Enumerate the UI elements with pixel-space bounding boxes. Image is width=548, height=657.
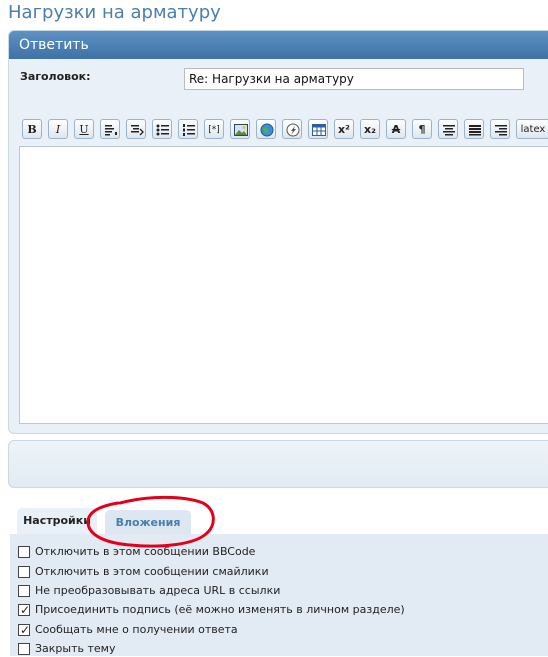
globe-icon: [260, 123, 274, 137]
strike-button[interactable]: A: [386, 119, 406, 139]
option-label: Не преобразовывать адреса URL в ссылки: [35, 584, 281, 597]
checkbox[interactable]: [18, 546, 30, 558]
ordered-list-button[interactable]: [178, 119, 198, 139]
table-icon: [312, 124, 326, 136]
message-editor[interactable]: [19, 146, 548, 424]
option-label: Закрыть тему: [35, 642, 116, 655]
strike-label: A: [391, 123, 401, 136]
link-button[interactable]: [256, 119, 276, 139]
underline-button[interactable]: U: [74, 119, 94, 139]
bold-button[interactable]: B: [22, 119, 42, 139]
latex-label: latex: [520, 124, 546, 135]
numbered-list-icon: [183, 124, 195, 136]
align-center-icon: [443, 125, 455, 136]
list-item-label: [*]: [208, 125, 220, 135]
check-icon: ✓: [20, 623, 31, 637]
code-icon: [131, 125, 144, 136]
quote-button[interactable]: [100, 119, 120, 139]
subscript-label: x₂: [364, 123, 376, 136]
reply-panel: Ответить Заголовок: Re: Нагрузки на арма…: [8, 30, 548, 434]
subject-input[interactable]: Re: Нагрузки на арматуру: [184, 68, 524, 90]
image-button[interactable]: [230, 119, 250, 139]
bold-label: B: [27, 123, 37, 136]
bullet-list-icon: [156, 124, 169, 136]
checkbox[interactable]: [18, 566, 30, 578]
option-label: Сообщать мне о получении ответа: [35, 623, 238, 636]
paragraph-button[interactable]: ¶: [412, 119, 432, 139]
italic-label: I: [55, 123, 61, 136]
option-label: Отключить в этом сообщении BBCode: [35, 545, 256, 558]
subscript-button[interactable]: x₂: [360, 119, 380, 139]
justify-icon: [469, 125, 481, 136]
checkbox-checked[interactable]: ✓: [18, 623, 31, 637]
list-item-button[interactable]: [*]: [204, 119, 224, 139]
flash-button[interactable]: [282, 119, 302, 139]
tab-settings[interactable]: Настройки: [17, 508, 97, 534]
options-panel: Отключить в этом сообщении BBCode Отключ…: [10, 534, 548, 656]
checkbox[interactable]: [18, 585, 30, 597]
tab-attachments[interactable]: Вложения: [105, 510, 191, 534]
align-center-button[interactable]: [438, 119, 458, 139]
align-right-button[interactable]: [490, 119, 510, 139]
option-label: Присоединить подпись (её можно изменять …: [35, 603, 405, 616]
underline-label: U: [79, 123, 89, 136]
italic-button[interactable]: I: [48, 119, 68, 139]
superscript-button[interactable]: x²: [334, 119, 354, 139]
preview-panel: [8, 440, 548, 488]
image-icon: [234, 124, 248, 136]
check-icon: ✓: [20, 603, 31, 617]
flash-icon: [286, 123, 300, 137]
align-right-icon: [495, 125, 507, 136]
subject-label: Заголовок:: [20, 70, 91, 83]
paragraph-label: ¶: [418, 123, 426, 136]
reply-header: Ответить: [9, 31, 548, 59]
checkbox-checked[interactable]: ✓: [18, 603, 31, 617]
table-button[interactable]: [308, 119, 328, 139]
quote-icon: [105, 125, 117, 136]
latex-button[interactable]: latex: [516, 119, 548, 139]
superscript-label: x²: [338, 123, 350, 136]
code-button[interactable]: [126, 119, 146, 139]
unordered-list-button[interactable]: [152, 119, 172, 139]
checkbox[interactable]: [18, 643, 30, 655]
option-label: Отключить в этом сообщении смайлики: [35, 565, 269, 578]
page-title: Нагрузки на арматуру: [8, 2, 221, 23]
justify-button[interactable]: [464, 119, 484, 139]
